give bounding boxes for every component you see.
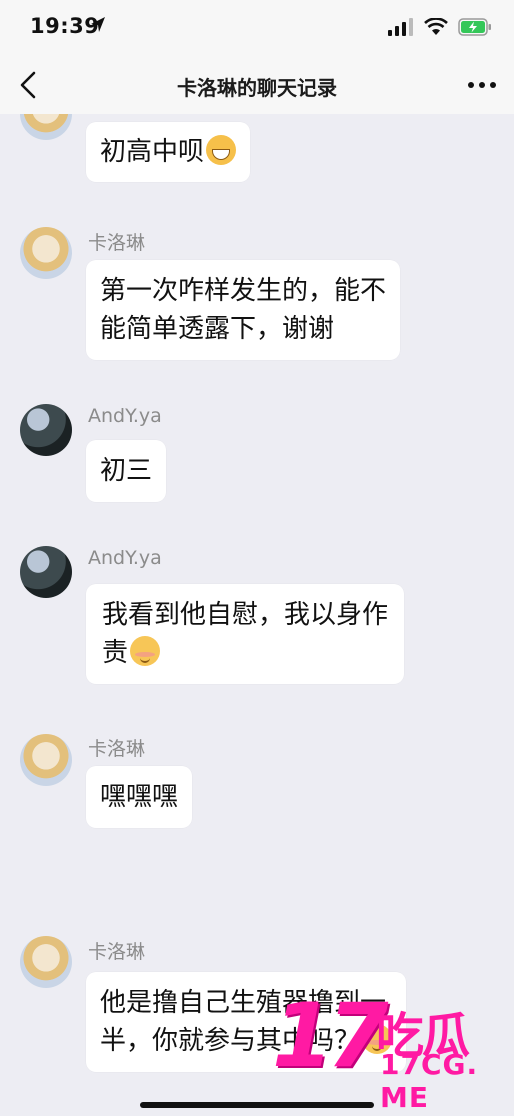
avatar-karolin[interactable]	[20, 936, 72, 988]
message-text-line: 我看到他自慰，我以身作	[102, 600, 389, 630]
sender-name: 卡洛琳	[88, 941, 146, 963]
status-bar: 19:39	[0, 0, 514, 56]
message-text-line: 责	[102, 638, 129, 668]
status-indicators	[388, 17, 492, 37]
message-text-line: 能简单透露下，谢谢	[100, 314, 335, 344]
avatar-andy[interactable]	[20, 546, 72, 598]
sender-name: AndY.ya	[88, 547, 162, 569]
battery-charging-icon	[458, 18, 491, 36]
content-face-emoji-icon	[130, 636, 161, 666]
home-indicator[interactable]	[140, 1102, 374, 1108]
message-list[interactable]: 初高中呗 卡洛琳 第一次咋样发生的，能不 能简单透露下，谢谢 AndY.ya 初…	[0, 114, 514, 1116]
location-arrow-icon	[91, 17, 105, 32]
message-bubble[interactable]: 初高中呗	[86, 122, 251, 182]
avatar-karolin[interactable]	[20, 734, 72, 786]
chat-title: 卡洛琳的聊天记录	[177, 76, 337, 100]
message-text: 初三	[100, 456, 153, 486]
message-text-line: 第一次咋样发生的，能不	[100, 276, 387, 306]
status-time: 19:39	[30, 14, 100, 38]
nav-bar: 卡洛琳的聊天记录	[0, 56, 514, 114]
watermark-logo: 17 吃瓜 17CG. ME	[272, 984, 502, 1115]
message-bubble[interactable]: 我看到他自慰，我以身作 责	[86, 584, 405, 684]
avatar-karolin[interactable]	[20, 114, 72, 140]
message-text: 嘿嘿嘿	[100, 782, 179, 812]
message-bubble[interactable]: 嘿嘿嘿	[86, 766, 193, 828]
avatar-andy[interactable]	[20, 404, 72, 456]
grin-emoji-icon	[206, 135, 237, 165]
message-bubble[interactable]: 初三	[86, 440, 167, 502]
more-options-icon[interactable]	[464, 70, 500, 100]
avatar-karolin[interactable]	[20, 227, 72, 279]
sender-name: 卡洛琳	[88, 738, 146, 760]
wifi-icon	[424, 18, 448, 35]
back-chevron-icon[interactable]	[12, 68, 46, 102]
sender-name: AndY.ya	[88, 405, 162, 427]
watermark-number: 17	[272, 984, 388, 1087]
message-bubble[interactable]: 第一次咋样发生的，能不 能简单透露下，谢谢	[86, 260, 401, 360]
cellular-signal-icon	[388, 18, 413, 36]
watermark-domain: 17CG. ME	[380, 1048, 479, 1114]
message-text: 初高中呗	[100, 137, 205, 167]
sender-name: 卡洛琳	[88, 232, 146, 254]
